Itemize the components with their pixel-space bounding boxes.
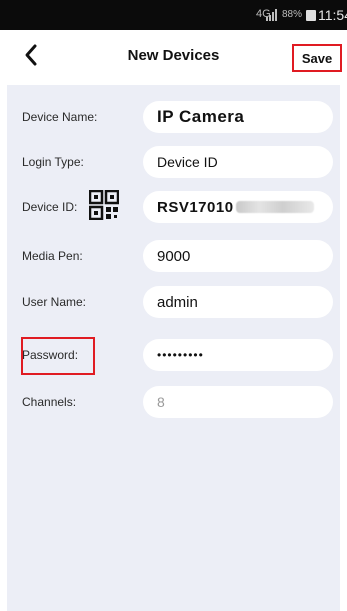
media-port-label: Media Pen: [22, 249, 83, 263]
password-input[interactable]: ••••••••• [143, 339, 333, 371]
device-name-input[interactable]: IP Camera [143, 101, 333, 133]
device-name-label: Device Name: [22, 110, 98, 124]
channels-label: Channels: [22, 395, 77, 409]
device-id-label: Device ID: [22, 200, 78, 214]
login-type-label: Login Type: [22, 155, 84, 169]
user-name-input[interactable]: admin [143, 286, 333, 318]
channels-row: Channels: 8 [7, 384, 340, 420]
media-port-input[interactable]: 9000 [143, 240, 333, 272]
password-value: ••••••••• [157, 348, 204, 362]
channels-value: 8 [157, 394, 165, 410]
media-port-value: 9000 [157, 247, 191, 265]
device-id-obscured [235, 201, 314, 213]
device-name-row: Device Name: IP Camera [7, 99, 340, 135]
app-header: New Devices Save [0, 30, 347, 85]
device-name-value: IP Camera [157, 107, 245, 126]
clock: 11:54 [318, 7, 347, 23]
battery-icon [306, 10, 316, 21]
signal-icon [266, 9, 277, 21]
device-id-value: RSV17010 [157, 198, 234, 216]
login-type-row: Login Type: Device ID [7, 144, 340, 180]
battery-percent: 88% [282, 9, 303, 20]
login-type-value: Device ID [157, 154, 218, 170]
device-id-row: Device ID: RSV17010 [7, 189, 340, 225]
channels-input[interactable]: 8 [143, 386, 333, 418]
qr-code-icon[interactable] [89, 190, 119, 220]
media-port-row: Media Pen: 9000 [7, 238, 340, 274]
login-type-select[interactable]: Device ID [143, 146, 333, 178]
user-name-label: User Name: [22, 295, 87, 309]
password-highlight-box [21, 337, 95, 375]
user-name-row: User Name: admin [7, 284, 340, 320]
device-form: Device Name: IP Camera Login Type: Devic… [7, 85, 340, 611]
device-id-input[interactable]: RSV17010 [143, 191, 333, 223]
status-bar: 4G 88% 11:54 [0, 0, 347, 30]
user-name-value: admin [157, 293, 198, 311]
save-button[interactable]: Save [292, 44, 342, 72]
